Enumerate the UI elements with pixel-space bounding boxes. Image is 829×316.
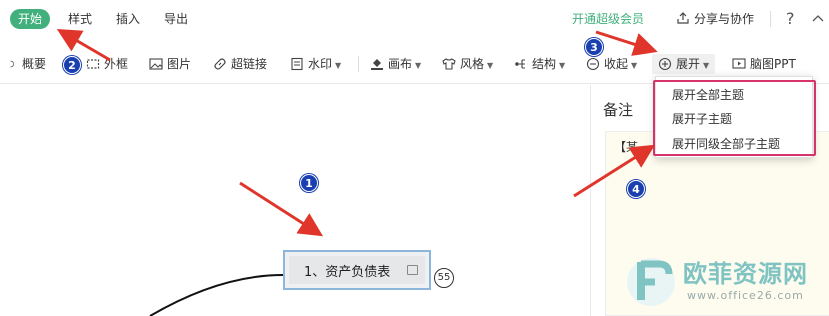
summary-button[interactable]: 概要 — [10, 54, 46, 74]
share-button[interactable]: 分享与协作 — [676, 9, 754, 29]
menu-item-expand-children[interactable]: 展开子主题 — [672, 109, 732, 129]
site-watermark: 欧菲资源网 www.office26.com — [617, 248, 829, 316]
tab-export[interactable]: 导出 — [164, 9, 188, 29]
expand-button[interactable]: 展开 ▼ — [652, 54, 716, 74]
image-icon — [149, 58, 163, 70]
help-button[interactable]: ? — [786, 9, 795, 29]
minus-circle-icon — [586, 57, 600, 71]
tab-insert[interactable]: 插入 — [116, 9, 140, 29]
structure-label: 结构 — [532, 57, 557, 71]
image-label: 图片 — [167, 57, 192, 71]
notes-panel-title: 备注 — [603, 101, 634, 119]
watermark-button[interactable]: 水印 ▼ — [290, 54, 341, 74]
presentation-icon — [732, 58, 746, 69]
mindmap-ppt-label: 脑图PPT — [750, 57, 796, 71]
collapse-ribbon-button[interactable] — [812, 9, 824, 29]
annotation-badge-3: 3 — [585, 38, 603, 56]
menu-item-expand-all[interactable]: 展开全部主题 — [672, 85, 744, 105]
watermark-label: 水印 — [308, 57, 333, 71]
frame-label: 外框 — [104, 57, 129, 71]
paint-bucket-icon — [371, 59, 383, 70]
expand-dropdown-menu: 展开全部主题 展开子主题 展开同级全部子主题 — [655, 76, 813, 158]
plus-circle-icon — [658, 57, 672, 71]
watermark-text: 欧菲资源网 — [683, 260, 808, 288]
watermark-caret-icon: ▼ — [335, 61, 342, 70]
watermark-logo-icon — [627, 258, 675, 306]
structure-button[interactable]: 结构 ▼ — [514, 54, 565, 74]
topic-node[interactable]: 1、资产负债表 — [283, 250, 431, 290]
tab-style[interactable]: 样式 — [68, 9, 92, 29]
canvas-label: 画布 — [388, 57, 413, 71]
menubar: 开始 样式 插入 导出 开通超级会员 分享与协作 ? — [0, 0, 829, 38]
notes-content: 【某 — [614, 140, 639, 154]
style-button[interactable]: 风格 ▼ — [442, 54, 493, 74]
topic-label: 1、资产负债表 — [304, 265, 391, 280]
expand-caret-icon: ▼ — [703, 61, 710, 70]
watermark-url: www.office26.com — [687, 289, 804, 302]
mindmap-ppt-button[interactable]: 脑图PPT — [732, 54, 796, 74]
summary-icon — [10, 60, 14, 68]
structure-icon — [515, 59, 525, 69]
style-caret-icon: ▼ — [487, 61, 494, 70]
annotation-badge-2: 2 — [63, 56, 81, 74]
share-label: 分享与协作 — [694, 12, 755, 26]
canvas-button[interactable]: 画布 ▼ — [370, 54, 421, 74]
expand-label: 展开 — [676, 57, 701, 71]
topic-count-badge[interactable]: 55 — [434, 268, 454, 288]
collapse-label: 收起 — [604, 57, 629, 71]
summary-label: 概要 — [22, 57, 47, 71]
topic-inner: 1、资产负债表 — [289, 256, 425, 284]
hyperlink-button[interactable]: 超链接 — [213, 54, 267, 74]
chevron-up-icon — [812, 15, 824, 22]
share-icon — [677, 12, 689, 24]
note-icon[interactable] — [407, 265, 418, 275]
collapse-button[interactable]: 收起 ▼ — [586, 54, 637, 74]
watermark-icon — [291, 57, 303, 71]
shirt-icon — [442, 58, 456, 70]
canvas-caret-icon: ▼ — [415, 61, 422, 70]
vip-link[interactable]: 开通超级会员 — [572, 9, 644, 29]
style-label: 风格 — [460, 57, 485, 71]
annotation-badge-4: 4 — [627, 180, 645, 198]
menu-item-expand-siblings[interactable]: 展开同级全部子主题 — [672, 134, 780, 154]
structure-caret-icon: ▼ — [559, 61, 566, 70]
annotation-badge-1: 1 — [300, 174, 318, 192]
collapse-caret-icon: ▼ — [631, 61, 638, 70]
hyperlink-label: 超链接 — [231, 57, 268, 71]
menubar-divider — [770, 11, 771, 27]
toolbar-divider — [358, 56, 359, 72]
image-button[interactable]: 图片 — [149, 54, 191, 74]
frame-icon — [86, 59, 100, 69]
link-icon — [214, 58, 226, 70]
tab-start[interactable]: 开始 — [10, 9, 50, 29]
frame-button[interactable]: 外框 — [86, 54, 128, 74]
